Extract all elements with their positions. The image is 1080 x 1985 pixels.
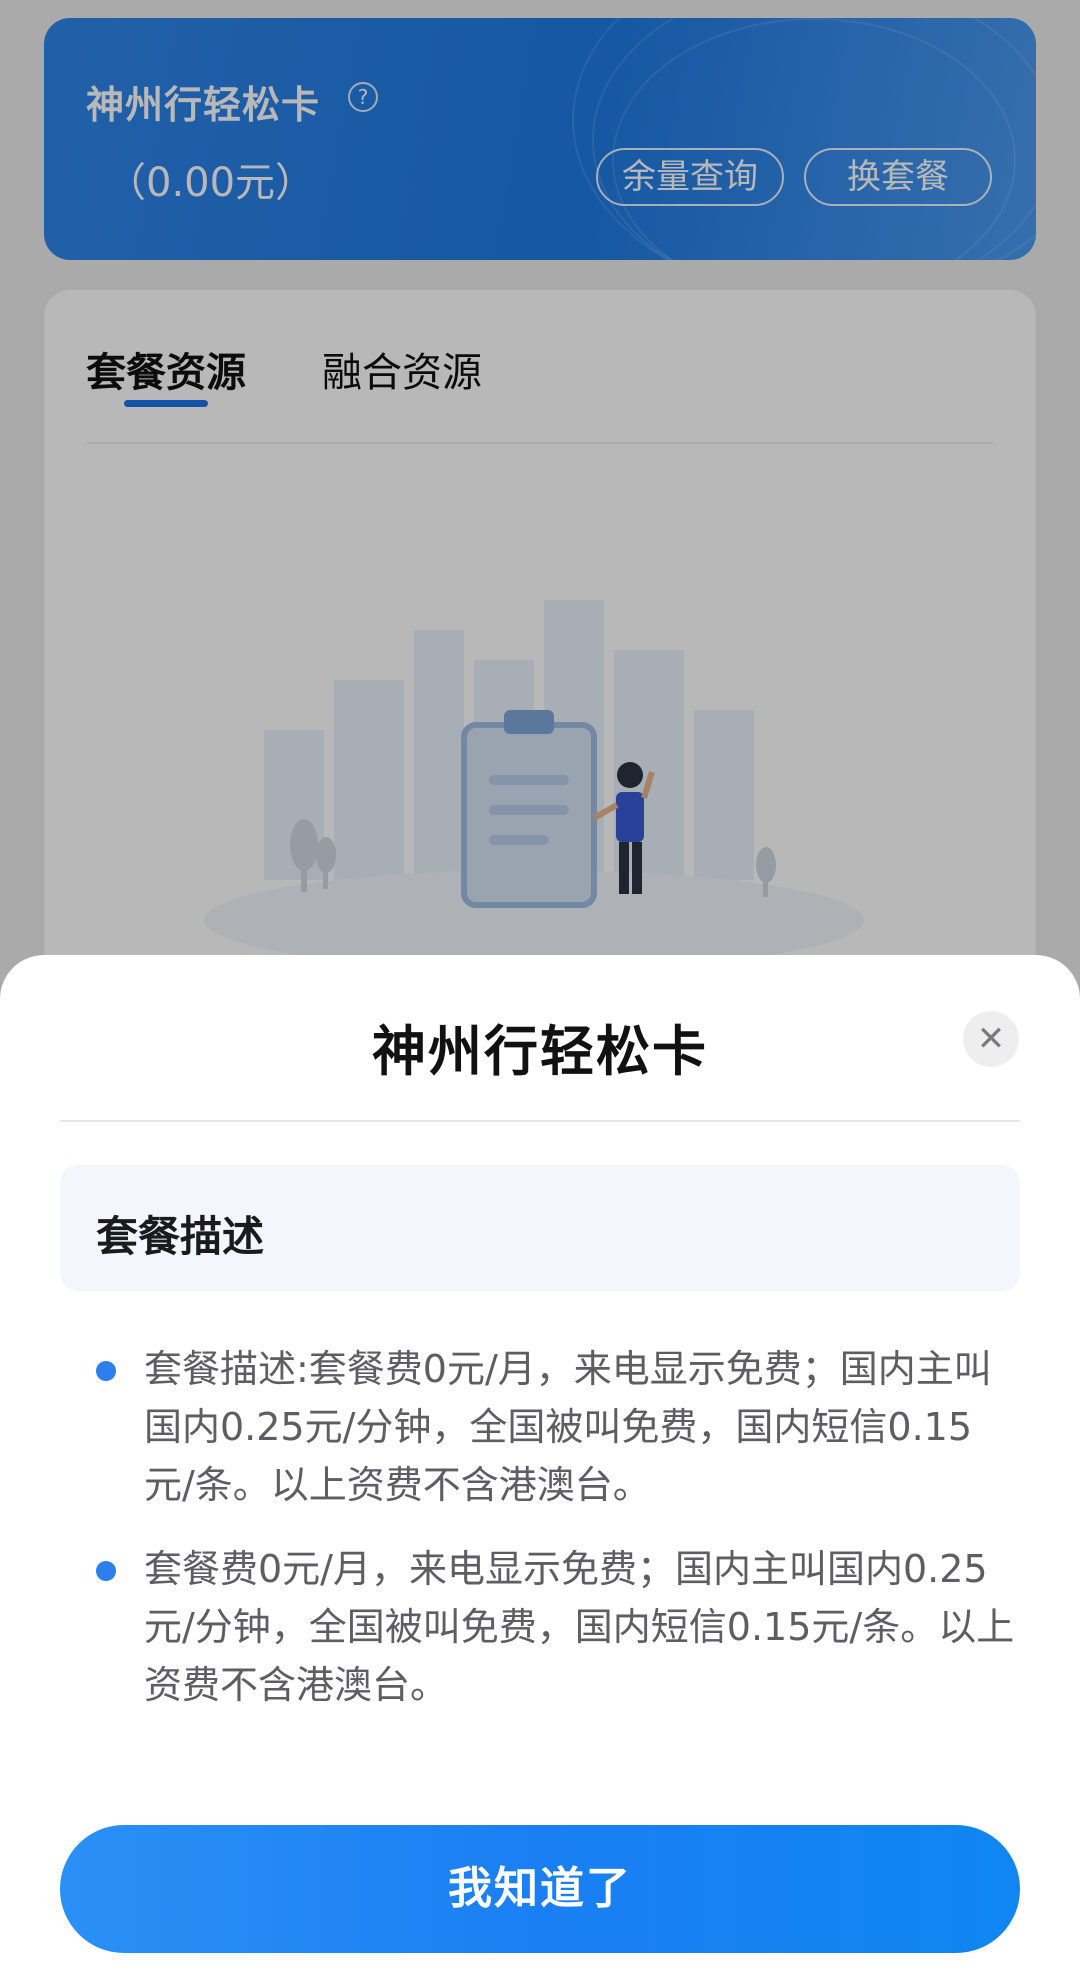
bullet-dot-icon <box>96 1561 116 1581</box>
list-item: 套餐描述:套餐费0元/月，来电显示免费；国内主叫国内0.25元/分钟，全国被叫免… <box>96 1340 1020 1514</box>
list-item-text: 套餐费0元/月，来电显示免费；国内主叫国内0.25元/分钟，全国被叫免费，国内短… <box>144 1547 1015 1707</box>
description-header: 套餐描述 <box>60 1165 1020 1291</box>
sheet-divider <box>60 1120 1020 1122</box>
confirm-button[interactable]: 我知道了 <box>60 1825 1020 1953</box>
sheet-title: 神州行轻松卡 <box>372 1020 708 1083</box>
bullet-dot-icon <box>96 1361 116 1381</box>
close-icon[interactable]: ✕ <box>963 1011 1019 1067</box>
list-item: 套餐费0元/月，来电显示免费；国内主叫国内0.25元/分钟，全国被叫免费，国内短… <box>96 1540 1020 1714</box>
plan-detail-sheet: 神州行轻松卡 ✕ 套餐描述 套餐描述:套餐费0元/月，来电显示免费；国内主叫国内… <box>0 955 1080 1985</box>
list-item-text: 套餐描述:套餐费0元/月，来电显示免费；国内主叫国内0.25元/分钟，全国被叫免… <box>144 1347 992 1507</box>
description-list: 套餐描述:套餐费0元/月，来电显示免费；国内主叫国内0.25元/分钟，全国被叫免… <box>96 1340 1020 1740</box>
description-header-label: 套餐描述 <box>96 1212 265 1261</box>
